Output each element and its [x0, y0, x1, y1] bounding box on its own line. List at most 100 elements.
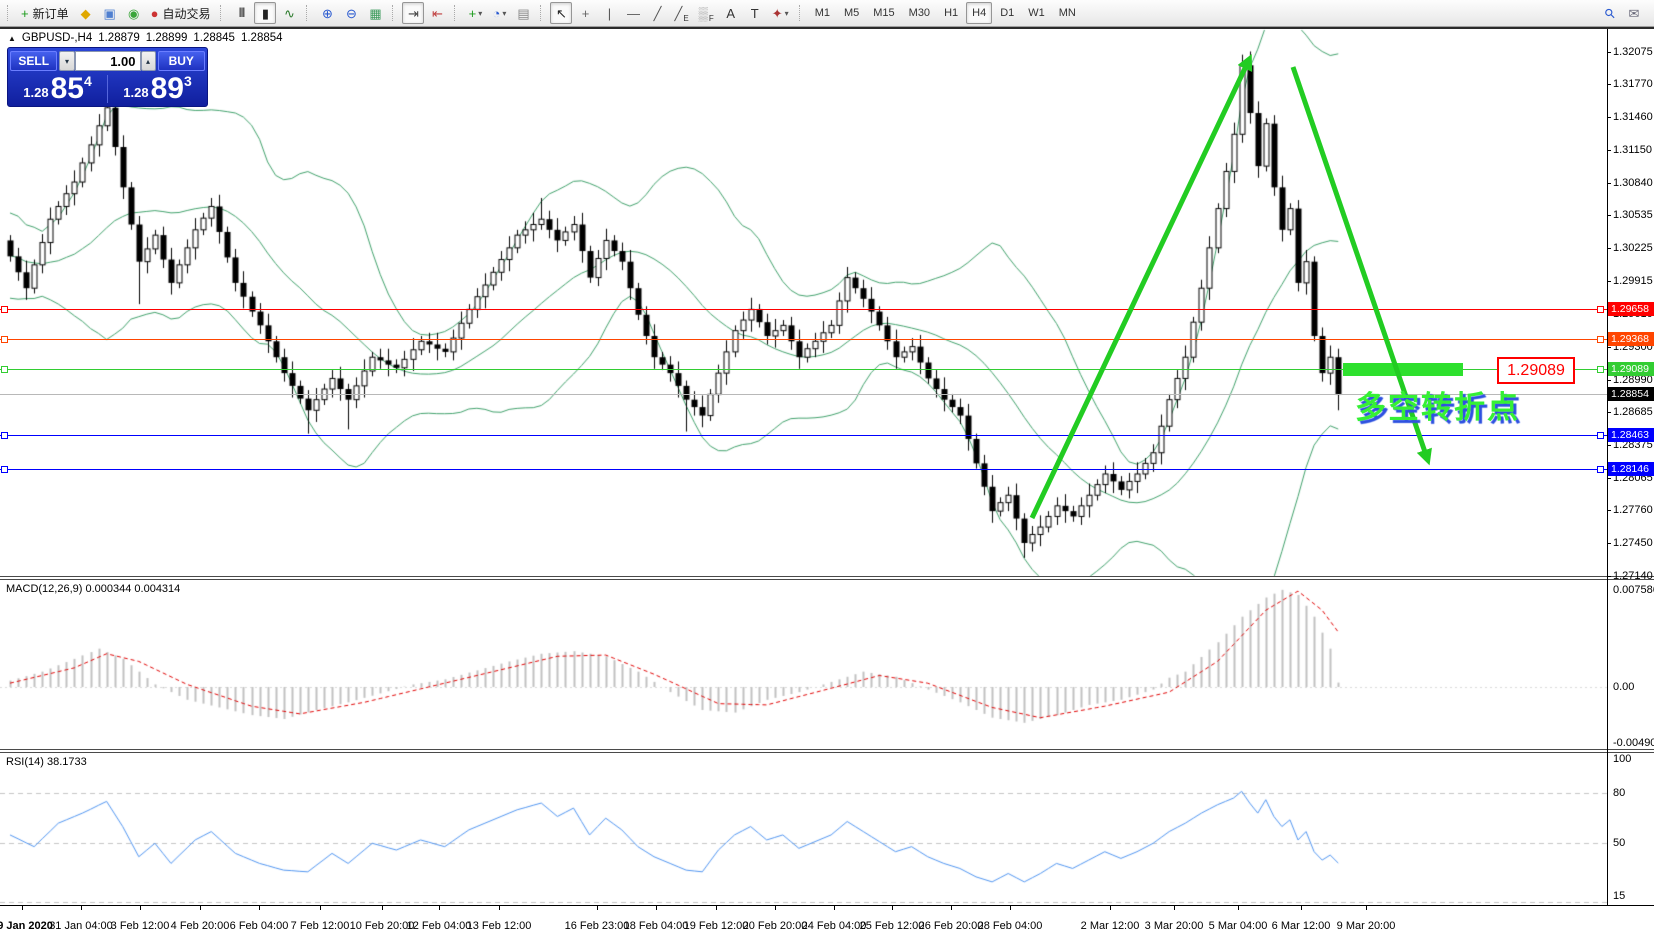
cn-annotation-text[interactable]: 多空转折点	[1355, 382, 1520, 427]
indicators-button[interactable]: +▾	[464, 2, 486, 24]
price-tick	[1607, 380, 1611, 381]
equidistant-channel-button[interactable]: ╱E	[670, 2, 692, 24]
rsi-label: RSI(14) 38.1733	[6, 756, 87, 768]
volume-increase-button[interactable]: ▴	[141, 51, 156, 71]
sub-letter: F	[709, 14, 714, 23]
toolbar-group-handle	[799, 5, 804, 21]
window-top-edge	[0, 27, 1654, 29]
horizontal-level-line[interactable]	[0, 339, 1607, 340]
date-label: 3 Feb 12:00	[111, 920, 170, 932]
ohlc-close: 1.28854	[241, 32, 283, 44]
volume-input[interactable]	[75, 51, 141, 71]
cursor-button[interactable]: ↖	[550, 2, 572, 24]
candlestick-chart-icon: ▮	[262, 7, 269, 20]
price-callout-box[interactable]: 1.29089	[1497, 357, 1575, 384]
price-tick	[1607, 445, 1611, 446]
line-handle[interactable]	[1597, 366, 1604, 373]
price-badge: 1.28146	[1608, 462, 1654, 476]
horizontal-line-button[interactable]: —	[622, 2, 644, 24]
tile-windows-button[interactable]: ▦	[364, 2, 386, 24]
timeframe-w1-button[interactable]: W1	[1022, 2, 1051, 24]
sell-price[interactable]: 1.28854	[8, 72, 107, 106]
timeframe-h4-button[interactable]: H4	[966, 2, 992, 24]
horizontal-level-line[interactable]	[0, 309, 1607, 310]
line-handle[interactable]	[1597, 432, 1604, 439]
date-label: 24 Feb 04:00	[802, 920, 867, 932]
date-label: 2 Mar 12:00	[1081, 920, 1140, 932]
arrows-button[interactable]: ✦▾	[768, 2, 793, 24]
date-tick	[382, 906, 383, 910]
line-chart-icon: ∿	[284, 7, 295, 20]
autotrading-button[interactable]: ●自动交易	[147, 2, 215, 24]
timeframe-m5-button[interactable]: M5	[838, 2, 865, 24]
buy-price-base: 1.28	[123, 85, 148, 100]
history-center-button[interactable]: ◆	[75, 2, 97, 24]
horizontal-level-line[interactable]	[0, 435, 1607, 436]
new-order-button[interactable]: +新订单	[17, 2, 73, 24]
candlestick-chart-button[interactable]: ▮	[254, 2, 276, 24]
line-handle[interactable]	[1, 306, 8, 313]
fibonacci-button[interactable]: ▒F	[695, 2, 718, 24]
bar-chart-button[interactable]: |||	[230, 2, 252, 24]
timeframe-h1-button[interactable]: H1	[938, 2, 964, 24]
expert-advisors-button[interactable]: ▣	[99, 2, 121, 24]
buy-price[interactable]: 1.28893	[108, 72, 207, 106]
search-button[interactable]: ⚲	[1599, 2, 1621, 24]
zoom-in-button[interactable]: ⊕	[316, 2, 338, 24]
chart-shift-button[interactable]: ⇤	[426, 2, 448, 24]
date-label: 7 Feb 12:00	[291, 920, 350, 932]
templates-button[interactable]: ▤	[512, 2, 534, 24]
line-handle[interactable]	[1597, 466, 1604, 473]
toolbar: +新订单◆▣◉●自动交易 ||| ▮ ∿ ⊕⊖▦ ⇥⇤ +▾◔▾ ▤ ↖+|—╱╱E▒FAT ✦▾…	[0, 0, 1654, 27]
sub-letter: E	[683, 14, 688, 23]
support-zone-rectangle[interactable]	[1343, 363, 1463, 376]
price-tick-label: 1.27140	[1613, 570, 1653, 582]
auto-scroll-button[interactable]: ⇥	[402, 2, 424, 24]
price-tick	[1607, 84, 1611, 85]
price-tick-label: 1.30535	[1613, 209, 1653, 221]
dropdown-caret-icon: ▾	[478, 9, 482, 18]
buy-button[interactable]: BUY	[158, 51, 205, 71]
periods-button[interactable]: ◔▾	[488, 2, 510, 24]
signals-button[interactable]: ◉	[123, 2, 145, 24]
line-handle[interactable]	[1597, 336, 1604, 343]
date-label: 9 Mar 20:00	[1337, 920, 1396, 932]
date-tick	[716, 906, 717, 910]
pane-splitter-rsi[interactable]	[0, 749, 1654, 753]
line-handle[interactable]	[1, 336, 8, 343]
collapse-icon[interactable]: ▲	[8, 34, 16, 43]
date-tick	[1174, 906, 1175, 910]
line-handle[interactable]	[1, 366, 8, 373]
templates-icon: ▤	[517, 7, 529, 20]
macd-axis-label: 0.00	[1613, 681, 1634, 693]
timeframe-mn-button[interactable]: MN	[1053, 2, 1082, 24]
chat-icon: ✉	[1629, 7, 1640, 20]
pane-splitter-macd[interactable]	[0, 576, 1654, 580]
line-handle[interactable]	[1, 466, 8, 473]
text-label-button[interactable]: T	[744, 2, 766, 24]
crosshair-button[interactable]: +	[574, 2, 596, 24]
price-tick-label: 1.30225	[1613, 242, 1653, 254]
chart-canvas[interactable]	[0, 27, 1654, 947]
sell-button[interactable]: SELL	[10, 51, 57, 71]
chat-button[interactable]: ✉	[1623, 2, 1645, 24]
volume-decrease-button[interactable]: ▾	[59, 51, 74, 71]
horizontal-level-line[interactable]	[0, 469, 1607, 470]
rsi-axis-label: 50	[1613, 837, 1625, 849]
timeframe-d1-button[interactable]: D1	[994, 2, 1020, 24]
timeframe-m1-button[interactable]: M1	[809, 2, 836, 24]
text-button[interactable]: A	[720, 2, 742, 24]
timeframe-m30-button[interactable]: M30	[903, 2, 936, 24]
timeframe-m15-button[interactable]: M15	[867, 2, 900, 24]
macd-label: MACD(12,26,9) 0.000344 0.004314	[6, 583, 180, 595]
vertical-line-button[interactable]: |	[598, 2, 620, 24]
zoom-out-button[interactable]: ⊖	[340, 2, 362, 24]
price-tick	[1607, 347, 1611, 348]
trendline-button[interactable]: ╱	[646, 2, 668, 24]
text-label-icon: T	[751, 7, 759, 20]
line-handle[interactable]	[1, 432, 8, 439]
date-tick	[1366, 906, 1367, 910]
line-chart-button[interactable]: ∿	[278, 2, 300, 24]
line-handle[interactable]	[1597, 306, 1604, 313]
date-label: 3 Mar 20:00	[1145, 920, 1204, 932]
